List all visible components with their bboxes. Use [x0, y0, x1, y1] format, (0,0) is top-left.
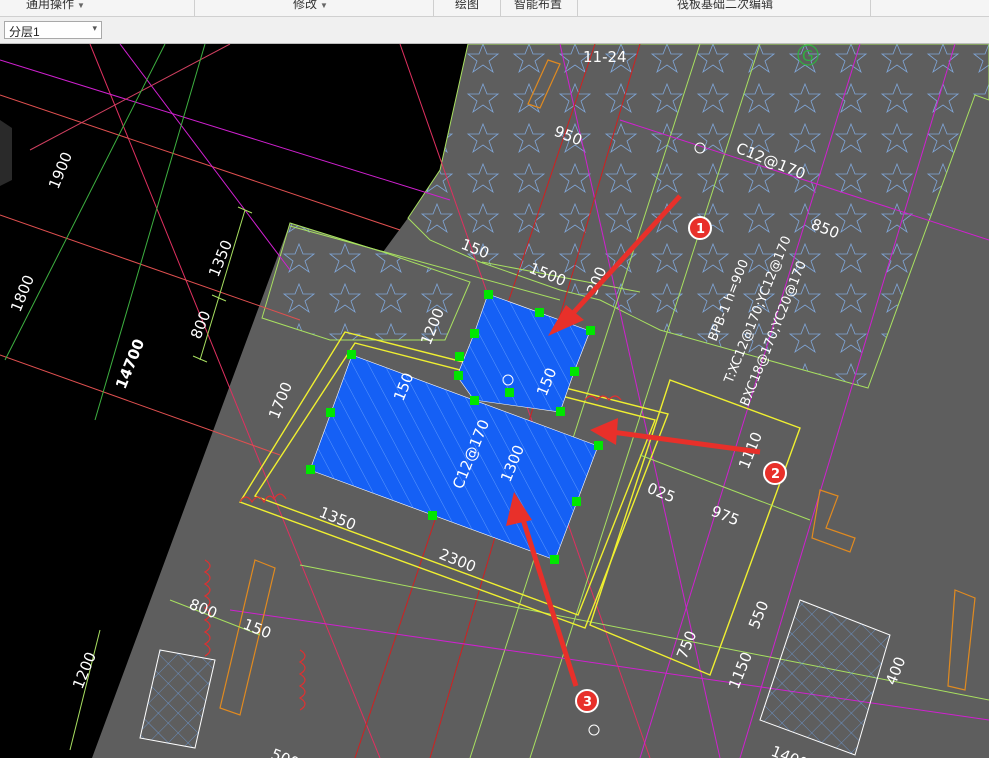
ribbon-group-label: 智能布置 — [514, 0, 563, 11]
ribbon-divider — [577, 0, 578, 16]
cad-canvas[interactable]: 11-24 G C12@170 C12@170 BPB-1 h=900 T:XC… — [0, 44, 989, 758]
callout-number: 2 — [771, 467, 780, 482]
layer-toolbar: 分层1 ▾ — [0, 17, 989, 44]
callout-2: 2 — [763, 461, 787, 485]
callout-number: 1 — [696, 222, 705, 237]
ribbon-group-label: 筏板基础二次编辑 — [677, 0, 774, 11]
ribbon-group-label: 修改 — [293, 0, 318, 11]
dim-text: 1800 — [7, 272, 38, 314]
dim-text: 800 — [187, 308, 214, 341]
ribbon-group-label: 绘图 — [455, 0, 480, 11]
layer-dropdown[interactable]: 分层1 ▾ — [4, 21, 102, 39]
chevron-down-icon[interactable]: ▾ — [92, 23, 97, 34]
dark-block — [0, 120, 12, 186]
ribbon-group-label: 通用操作 — [26, 0, 75, 11]
callout-number: 3 — [583, 695, 592, 710]
grid-label-g: G — [802, 47, 814, 65]
chevron-down-icon[interactable]: ▼ — [77, 1, 85, 10]
ribbon-group-raft-edit[interactable]: 筏板基础二次编辑 — [677, 0, 773, 15]
callout-1: 1 — [688, 216, 712, 240]
grid-label-top: 11-24 — [583, 48, 627, 66]
ribbon-divider — [870, 0, 871, 16]
ribbon-divider — [194, 0, 195, 16]
dim-text: 1350 — [205, 237, 236, 279]
ribbon-divider — [500, 0, 501, 16]
ribbon-group-draw[interactable]: 绘图 — [455, 0, 479, 15]
layer-dropdown-value: 分层1 — [9, 25, 40, 39]
chevron-down-icon[interactable]: ▼ — [320, 1, 328, 10]
callout-3: 3 — [575, 689, 599, 713]
ribbon-group-modify[interactable]: 修改 ▼ — [293, 0, 328, 15]
ribbon-group-smart-layout[interactable]: 智能布置 — [514, 0, 562, 15]
dim-text: 1900 — [45, 149, 76, 191]
dim-text: 1200 — [69, 649, 100, 691]
drawing-area[interactable]: 11-24 G C12@170 C12@170 BPB-1 h=900 T:XC… — [0, 44, 989, 758]
ribbon-group-common-ops[interactable]: 通用操作 ▼ — [26, 0, 85, 15]
ribbon-toolbar: 通用操作 ▼ 修改 ▼ 绘图 智能布置 筏板基础二次编辑 — [0, 0, 989, 17]
ribbon-divider — [433, 0, 434, 16]
